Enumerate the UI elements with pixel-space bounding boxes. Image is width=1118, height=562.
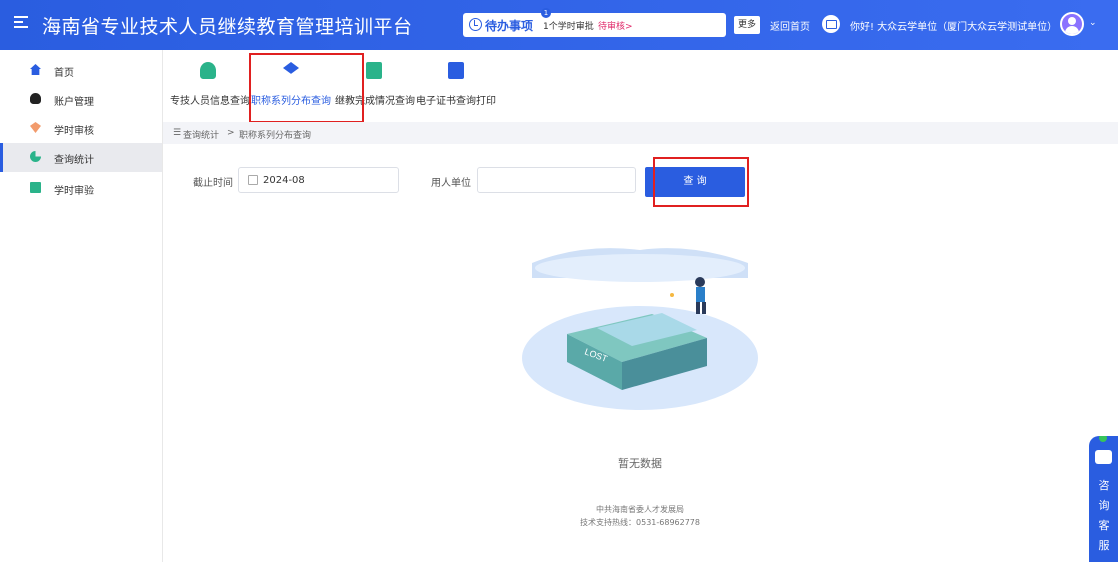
online-status-dot (1099, 436, 1107, 442)
footer: 中共海南省委人才发展局 技术支持热线：0531-68962778 (560, 503, 720, 529)
chat-label: 咨 询 客 服 (1098, 479, 1110, 552)
customer-service-widget[interactable]: 咨 询 客 服 (1089, 436, 1118, 562)
tool-staff-info-query[interactable]: 专技人员信息查询 (170, 62, 250, 112)
todo-pending-link[interactable]: 待审核> (598, 19, 633, 32)
home-icon (30, 64, 41, 75)
footer-support: 技术支持热线：0531-68962778 (580, 518, 700, 527)
user-search-icon (200, 62, 216, 79)
sidebar-item-label: 查询统计 (54, 155, 94, 166)
sidebar-item-hours-verify[interactable]: 学时审验 (0, 174, 162, 203)
sidebar-item-home[interactable]: 首页 (0, 56, 162, 85)
top-header: 海南省专业技术人员继续教育管理培训平台 待办事项 1 1个学时审批 待审核> 更… (0, 0, 1118, 50)
user-greeting: 你好! 大众云学单位（厦门大众云学测试单位） (850, 22, 1058, 33)
todo-badge: 1 (541, 8, 551, 18)
avatar[interactable] (1060, 12, 1084, 36)
empty-state-text: 暂无数据 (618, 457, 662, 470)
sidebar-item-label: 首页 (54, 68, 74, 79)
sidebar-item-hours-review[interactable]: 学时审核 (0, 114, 162, 143)
deadline-label: 截止时间 (193, 178, 233, 189)
deadline-date-picker[interactable]: 2024-08 (238, 167, 399, 193)
employer-label: 用人单位 (431, 178, 471, 189)
alarm-clock-icon (469, 18, 482, 31)
breadcrumb: ☰ 查询统计 > 职称系列分布查询 (163, 122, 1118, 144)
footer-org: 中共海南省委人才发展局 (596, 505, 684, 514)
breadcrumb-current: 职称系列分布查询 (239, 131, 312, 141)
pie-chart-icon (30, 151, 41, 162)
deadline-value: 2024-08 (263, 175, 305, 186)
highlight-box-tool (249, 53, 364, 123)
app-title: 海南省专业技术人员继续教育管理培训平台 (42, 16, 413, 38)
back-home-link[interactable]: 返回首页 (770, 18, 810, 33)
chat-bubble-icon (1095, 450, 1112, 464)
sidebar-item-label: 学时审验 (54, 186, 94, 197)
breadcrumb-menu-icon: ☰ (173, 128, 182, 138)
breadcrumb-separator: > (227, 128, 235, 138)
sidebar-item-account[interactable]: 账户管理 (0, 85, 162, 114)
mail-icon[interactable] (822, 15, 840, 33)
empty-lost-box-illustration: LOST (522, 248, 758, 410)
tool-label: 专技人员信息查询 (170, 96, 250, 107)
highlight-box-query (653, 157, 749, 207)
sidebar-item-query-stats[interactable]: 查询统计 (0, 143, 162, 172)
sidebar-item-label: 学时审核 (54, 126, 94, 137)
chevron-down-icon[interactable]: ⌄ (1089, 18, 1097, 28)
tool-certificate-print[interactable]: 电子证书查询打印 (416, 62, 496, 112)
menu-toggle-icon[interactable] (14, 16, 28, 30)
breadcrumb-root[interactable]: 查询统计 (183, 128, 219, 141)
diamond-icon (30, 122, 41, 133)
todo-item[interactable]: 1个学时审批 (543, 19, 594, 32)
sidebar-item-label: 账户管理 (54, 97, 94, 108)
printer-icon (448, 62, 464, 79)
document-icon (30, 182, 41, 193)
user-icon (30, 93, 41, 104)
calendar-icon (248, 175, 258, 185)
sheet-icon (366, 62, 382, 79)
todo-box[interactable]: 待办事项 1 1个学时审批 待审核> (463, 8, 726, 37)
employer-input[interactable] (477, 167, 636, 193)
tool-label: 电子证书查询打印 (416, 96, 496, 107)
sidebar: 首页 账户管理 学时审核 查询统计 学时审验 (0, 50, 163, 562)
more-button[interactable]: 更多 (734, 16, 760, 34)
todo-label[interactable]: 待办事项 (485, 17, 533, 34)
app-root: 海南省专业技术人员继续教育管理培训平台 待办事项 1 1个学时审批 待审核> 更… (0, 0, 1118, 562)
